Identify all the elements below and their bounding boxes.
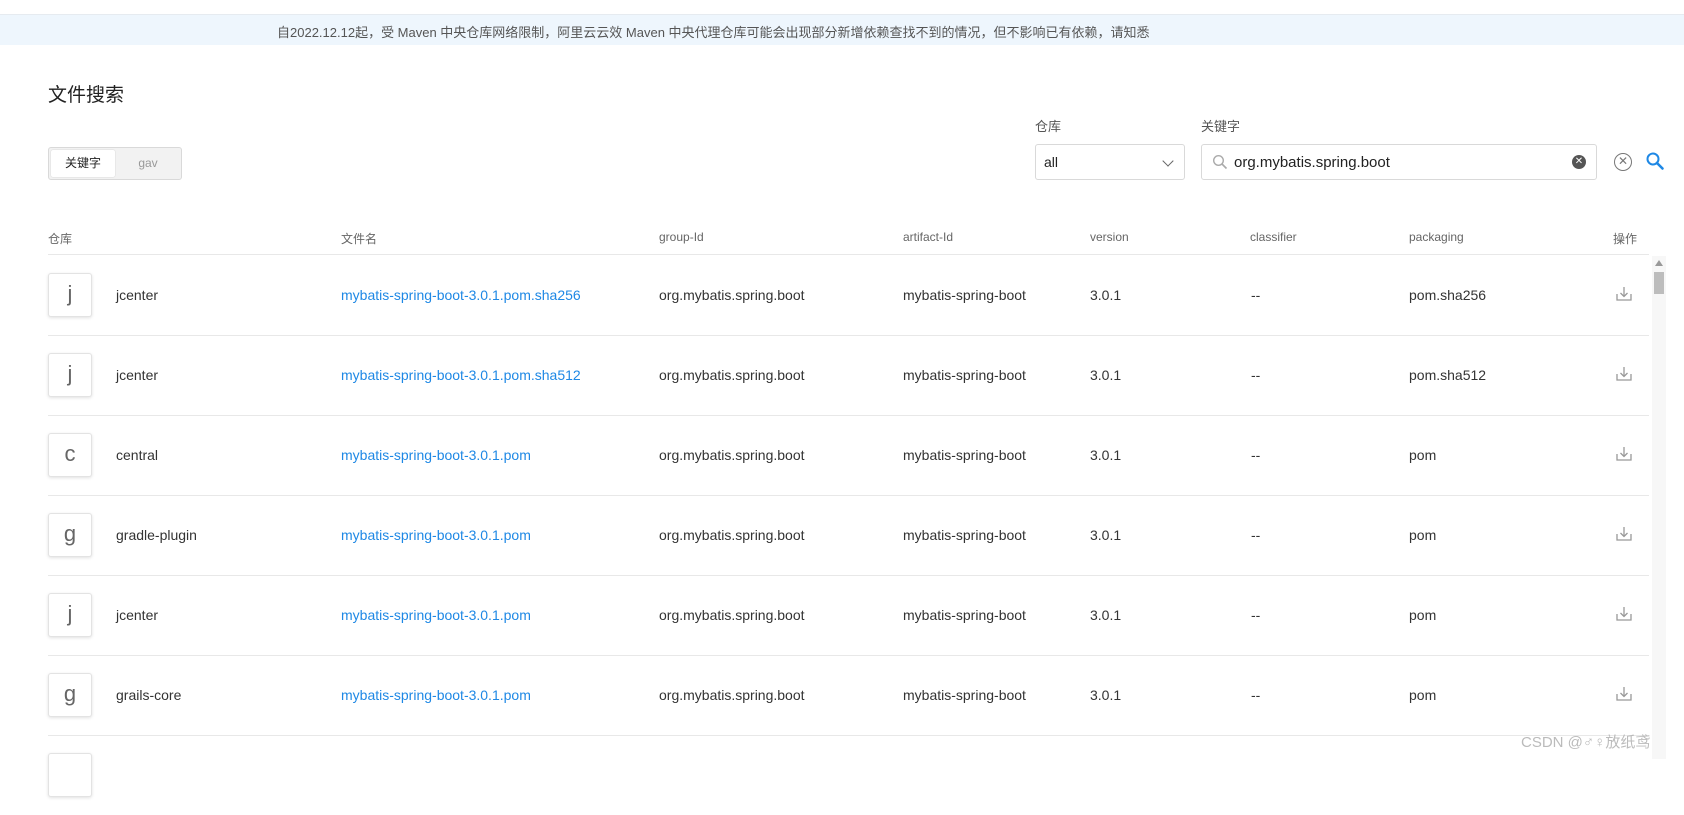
file-link[interactable]: mybatis-spring-boot-3.0.1.pom: [341, 527, 531, 543]
version: 3.0.1: [1090, 367, 1122, 383]
table-row: j jcenter mybatis-spring-boot-3.0.1.pom.…: [48, 335, 1649, 416]
search-icon: [1646, 152, 1664, 170]
classifier: --: [1251, 687, 1261, 703]
download-icon[interactable]: [1615, 365, 1633, 388]
col-header-artifact-id: artifact-Id: [903, 230, 954, 244]
artifact-id: mybatis-spring-boot: [903, 687, 1026, 703]
version: 3.0.1: [1090, 607, 1122, 623]
scroll-up-arrow-icon[interactable]: [1655, 260, 1663, 266]
download-icon[interactable]: [1615, 525, 1633, 548]
file-link[interactable]: mybatis-spring-boot-3.0.1.pom: [341, 447, 531, 463]
table-row: j jcenter mybatis-spring-boot-3.0.1.pom.…: [48, 255, 1649, 336]
version: 3.0.1: [1090, 687, 1122, 703]
repo-name: jcenter: [116, 287, 159, 303]
packaging: pom.sha512: [1409, 367, 1487, 383]
clear-icon[interactable]: ✕: [1572, 155, 1586, 169]
top-bar: [0, 0, 1684, 15]
version: 3.0.1: [1090, 527, 1122, 543]
table-scrollbar[interactable]: [1652, 256, 1666, 759]
repo-label: 仓库: [1035, 119, 1062, 134]
download-icon[interactable]: [1615, 605, 1633, 628]
search-button[interactable]: [1645, 151, 1665, 176]
download-icon[interactable]: [1615, 685, 1633, 708]
col-header-version: version: [1090, 230, 1129, 244]
mode-gav-button[interactable]: gav: [117, 150, 179, 177]
keyword-field[interactable]: ✕: [1201, 144, 1597, 180]
search-icon: [1212, 154, 1228, 175]
artifact-id: mybatis-spring-boot: [903, 527, 1026, 543]
table-row-partial: [48, 735, 1649, 815]
notice-text: 自2022.12.12起，受 Maven 中央仓库网络限制，阿里云云效 Mave…: [277, 25, 1150, 40]
repo-select[interactable]: all: [1035, 144, 1185, 180]
file-link[interactable]: mybatis-spring-boot-3.0.1.pom.sha256: [341, 287, 581, 303]
repo-avatar: c: [48, 433, 92, 477]
repo-avatar: j: [48, 273, 92, 317]
repo-avatar: [48, 753, 92, 797]
repo-name: central: [116, 447, 159, 463]
col-header-repo: 仓库: [48, 232, 73, 246]
group-id: org.mybatis.spring.boot: [659, 607, 805, 623]
col-header-group-id: group-Id: [659, 230, 704, 244]
group-id: org.mybatis.spring.boot: [659, 447, 805, 463]
scrollbar-thumb[interactable]: [1654, 272, 1664, 294]
packaging: pom: [1409, 447, 1437, 463]
classifier: --: [1251, 367, 1261, 383]
packaging: pom.sha256: [1409, 287, 1487, 303]
col-header-classifier: classifier: [1250, 230, 1297, 244]
classifier: --: [1251, 527, 1261, 543]
keyword-input[interactable]: [1234, 151, 1554, 173]
notice-banner: 自2022.12.12起，受 Maven 中央仓库网络限制，阿里云云效 Mave…: [0, 15, 1684, 45]
group-id: org.mybatis.spring.boot: [659, 687, 805, 703]
group-id: org.mybatis.spring.boot: [659, 367, 805, 383]
artifact-id: mybatis-spring-boot: [903, 447, 1026, 463]
col-header-packaging: packaging: [1409, 230, 1464, 244]
keyword-label: 关键字: [1201, 119, 1241, 134]
classifier: --: [1251, 607, 1261, 623]
repo-avatar: g: [48, 513, 92, 557]
col-header-actions: 操作: [1613, 232, 1638, 246]
reset-icon[interactable]: ✕: [1614, 153, 1632, 171]
file-link[interactable]: mybatis-spring-boot-3.0.1.pom: [341, 687, 531, 703]
search-mode-toggle: 关键字 gav: [48, 147, 182, 180]
repo-avatar: j: [48, 593, 92, 637]
file-link[interactable]: mybatis-spring-boot-3.0.1.pom: [341, 607, 531, 623]
artifact-id: mybatis-spring-boot: [903, 607, 1026, 623]
version: 3.0.1: [1090, 447, 1122, 463]
packaging: pom: [1409, 687, 1437, 703]
classifier: --: [1251, 447, 1261, 463]
group-id: org.mybatis.spring.boot: [659, 287, 805, 303]
page-title: 文件搜索: [48, 85, 125, 106]
repo-name: jcenter: [116, 607, 159, 623]
file-link[interactable]: mybatis-spring-boot-3.0.1.pom.sha512: [341, 367, 581, 383]
artifact-id: mybatis-spring-boot: [903, 367, 1026, 383]
classifier: --: [1251, 287, 1261, 303]
repo-avatar: j: [48, 353, 92, 397]
table-row: g gradle-plugin mybatis-spring-boot-3.0.…: [48, 495, 1649, 576]
version: 3.0.1: [1090, 287, 1122, 303]
repo-name: jcenter: [116, 367, 159, 383]
artifact-id: mybatis-spring-boot: [903, 287, 1026, 303]
table-row: j jcenter mybatis-spring-boot-3.0.1.pom …: [48, 575, 1649, 656]
packaging: pom: [1409, 527, 1437, 543]
chevron-down-icon: [1162, 155, 1174, 167]
repo-name: grails-core: [116, 687, 182, 703]
packaging: pom: [1409, 607, 1437, 623]
download-icon[interactable]: [1615, 445, 1633, 468]
group-id: org.mybatis.spring.boot: [659, 527, 805, 543]
table-row: g grails-core mybatis-spring-boot-3.0.1.…: [48, 655, 1649, 736]
table-row: c central mybatis-spring-boot-3.0.1.pom …: [48, 415, 1649, 496]
mode-keyword-button[interactable]: 关键字: [51, 150, 115, 177]
repo-select-value: all: [1044, 154, 1059, 170]
repo-name: gradle-plugin: [116, 527, 197, 543]
watermark: CSDN @♂♀放纸鸢: [1521, 734, 1651, 751]
download-icon[interactable]: [1615, 285, 1633, 308]
col-header-filename: 文件名: [341, 232, 378, 246]
repo-avatar: g: [48, 673, 92, 717]
